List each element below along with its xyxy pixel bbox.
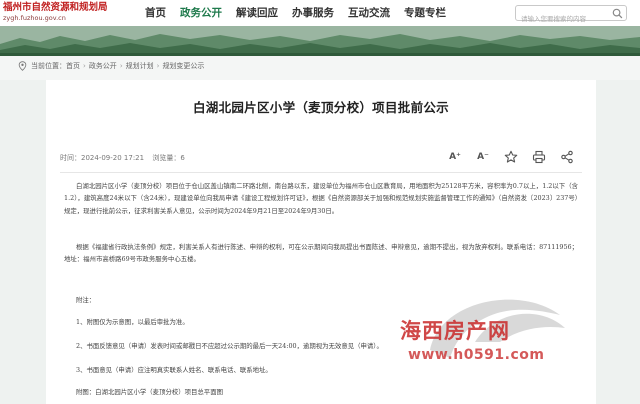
breadcrumb-planning-change-notice[interactable]: 规划变更公示 [162,61,204,71]
nav-item-interaction[interactable]: 互动交流 [341,0,397,26]
views-label: 浏览量： [152,154,181,162]
breadcrumb-home[interactable]: 首页 [66,61,80,71]
note-item-3: 3、书面意见（申请）应注明真实联系人姓名、联系电话、联系地址。 [76,366,272,374]
breadcrumb-planning[interactable]: 规划计划 [126,61,154,71]
nav-item-special-topics[interactable]: 专题专栏 [397,0,453,26]
publish-time: 2024-09-20 17:21 [81,154,145,162]
article-meta: 时间：2024-09-20 17:21 浏览量：6 [60,153,185,163]
location-pin-icon [18,61,27,71]
breadcrumb-bar: 当前位置： 首页 › 政务公开 › 规划计划 › 规划变更公示 [0,56,640,80]
notes-title: 附注： [76,296,96,304]
site-url: zygh.fuzhou.gov.cn [3,14,66,22]
nav-item-home[interactable]: 首页 [138,0,173,26]
font-decrease-button[interactable]: A⁻ [476,150,490,164]
site-header: 福州市自然资源和规划局 zygh.fuzhou.gov.cn 首页 政务公开 解… [0,0,640,26]
breadcrumb-separator: › [83,62,86,70]
nav-item-government-affairs[interactable]: 政务公开 [173,0,229,26]
share-icon[interactable] [560,150,574,164]
header-banner [0,26,640,56]
watermark-name: 海西房产网 [400,319,510,343]
watermark-url: www.h0591.com [408,347,545,363]
breadcrumb: 当前位置： 首页 › 政务公开 › 规划计划 › 规划变更公示 [18,61,204,71]
attachment-site-plan: 附图：白湖北园片区小学（麦顶分校）项目总平面图 [76,388,223,396]
main-nav: 首页 政务公开 解读回应 办事服务 互动交流 专题专栏 [138,0,453,26]
search-input[interactable] [516,12,610,26]
article-title: 白湖北园片区小学（麦顶分校）项目批前公示 [192,100,449,115]
nav-item-interpretation[interactable]: 解读回应 [229,0,285,26]
site-name: 福州市自然资源和规划局 [3,2,108,13]
note-item-1: 1、附图仅为示意图，以最后审批为准。 [76,318,189,326]
body-paragraph-project: 白湖北园片区小学（麦顶分校）项目位于仓山区盖山镇南二环路北侧，南台路以东，建设单… [64,182,578,215]
breadcrumb-government-affairs[interactable]: 政务公开 [89,61,117,71]
printer-icon[interactable] [532,150,546,164]
breadcrumb-prefix: 当前位置： [31,62,66,70]
font-increase-button[interactable]: A⁺ [448,150,462,164]
star-icon[interactable] [504,150,518,164]
breadcrumb-separator: › [156,62,160,70]
views-count: 6 [180,154,185,162]
search-box [515,5,627,26]
publish-time-label: 时间： [60,154,81,162]
body-paragraph-rights: 根据《福建省行政执法条例》规定，利害关系人有进行陈述、申辩的权利，可在公示期间向… [64,243,578,264]
nav-item-services[interactable]: 办事服务 [285,0,341,26]
banner-trees-graphic [0,26,640,56]
article-tools: A⁺ A⁻ [448,150,588,164]
magnifier-icon[interactable] [612,8,623,19]
breadcrumb-separator: › [119,62,123,70]
meta-divider [60,172,582,173]
site-logo[interactable]: 福州市自然资源和规划局 zygh.fuzhou.gov.cn [3,1,135,25]
